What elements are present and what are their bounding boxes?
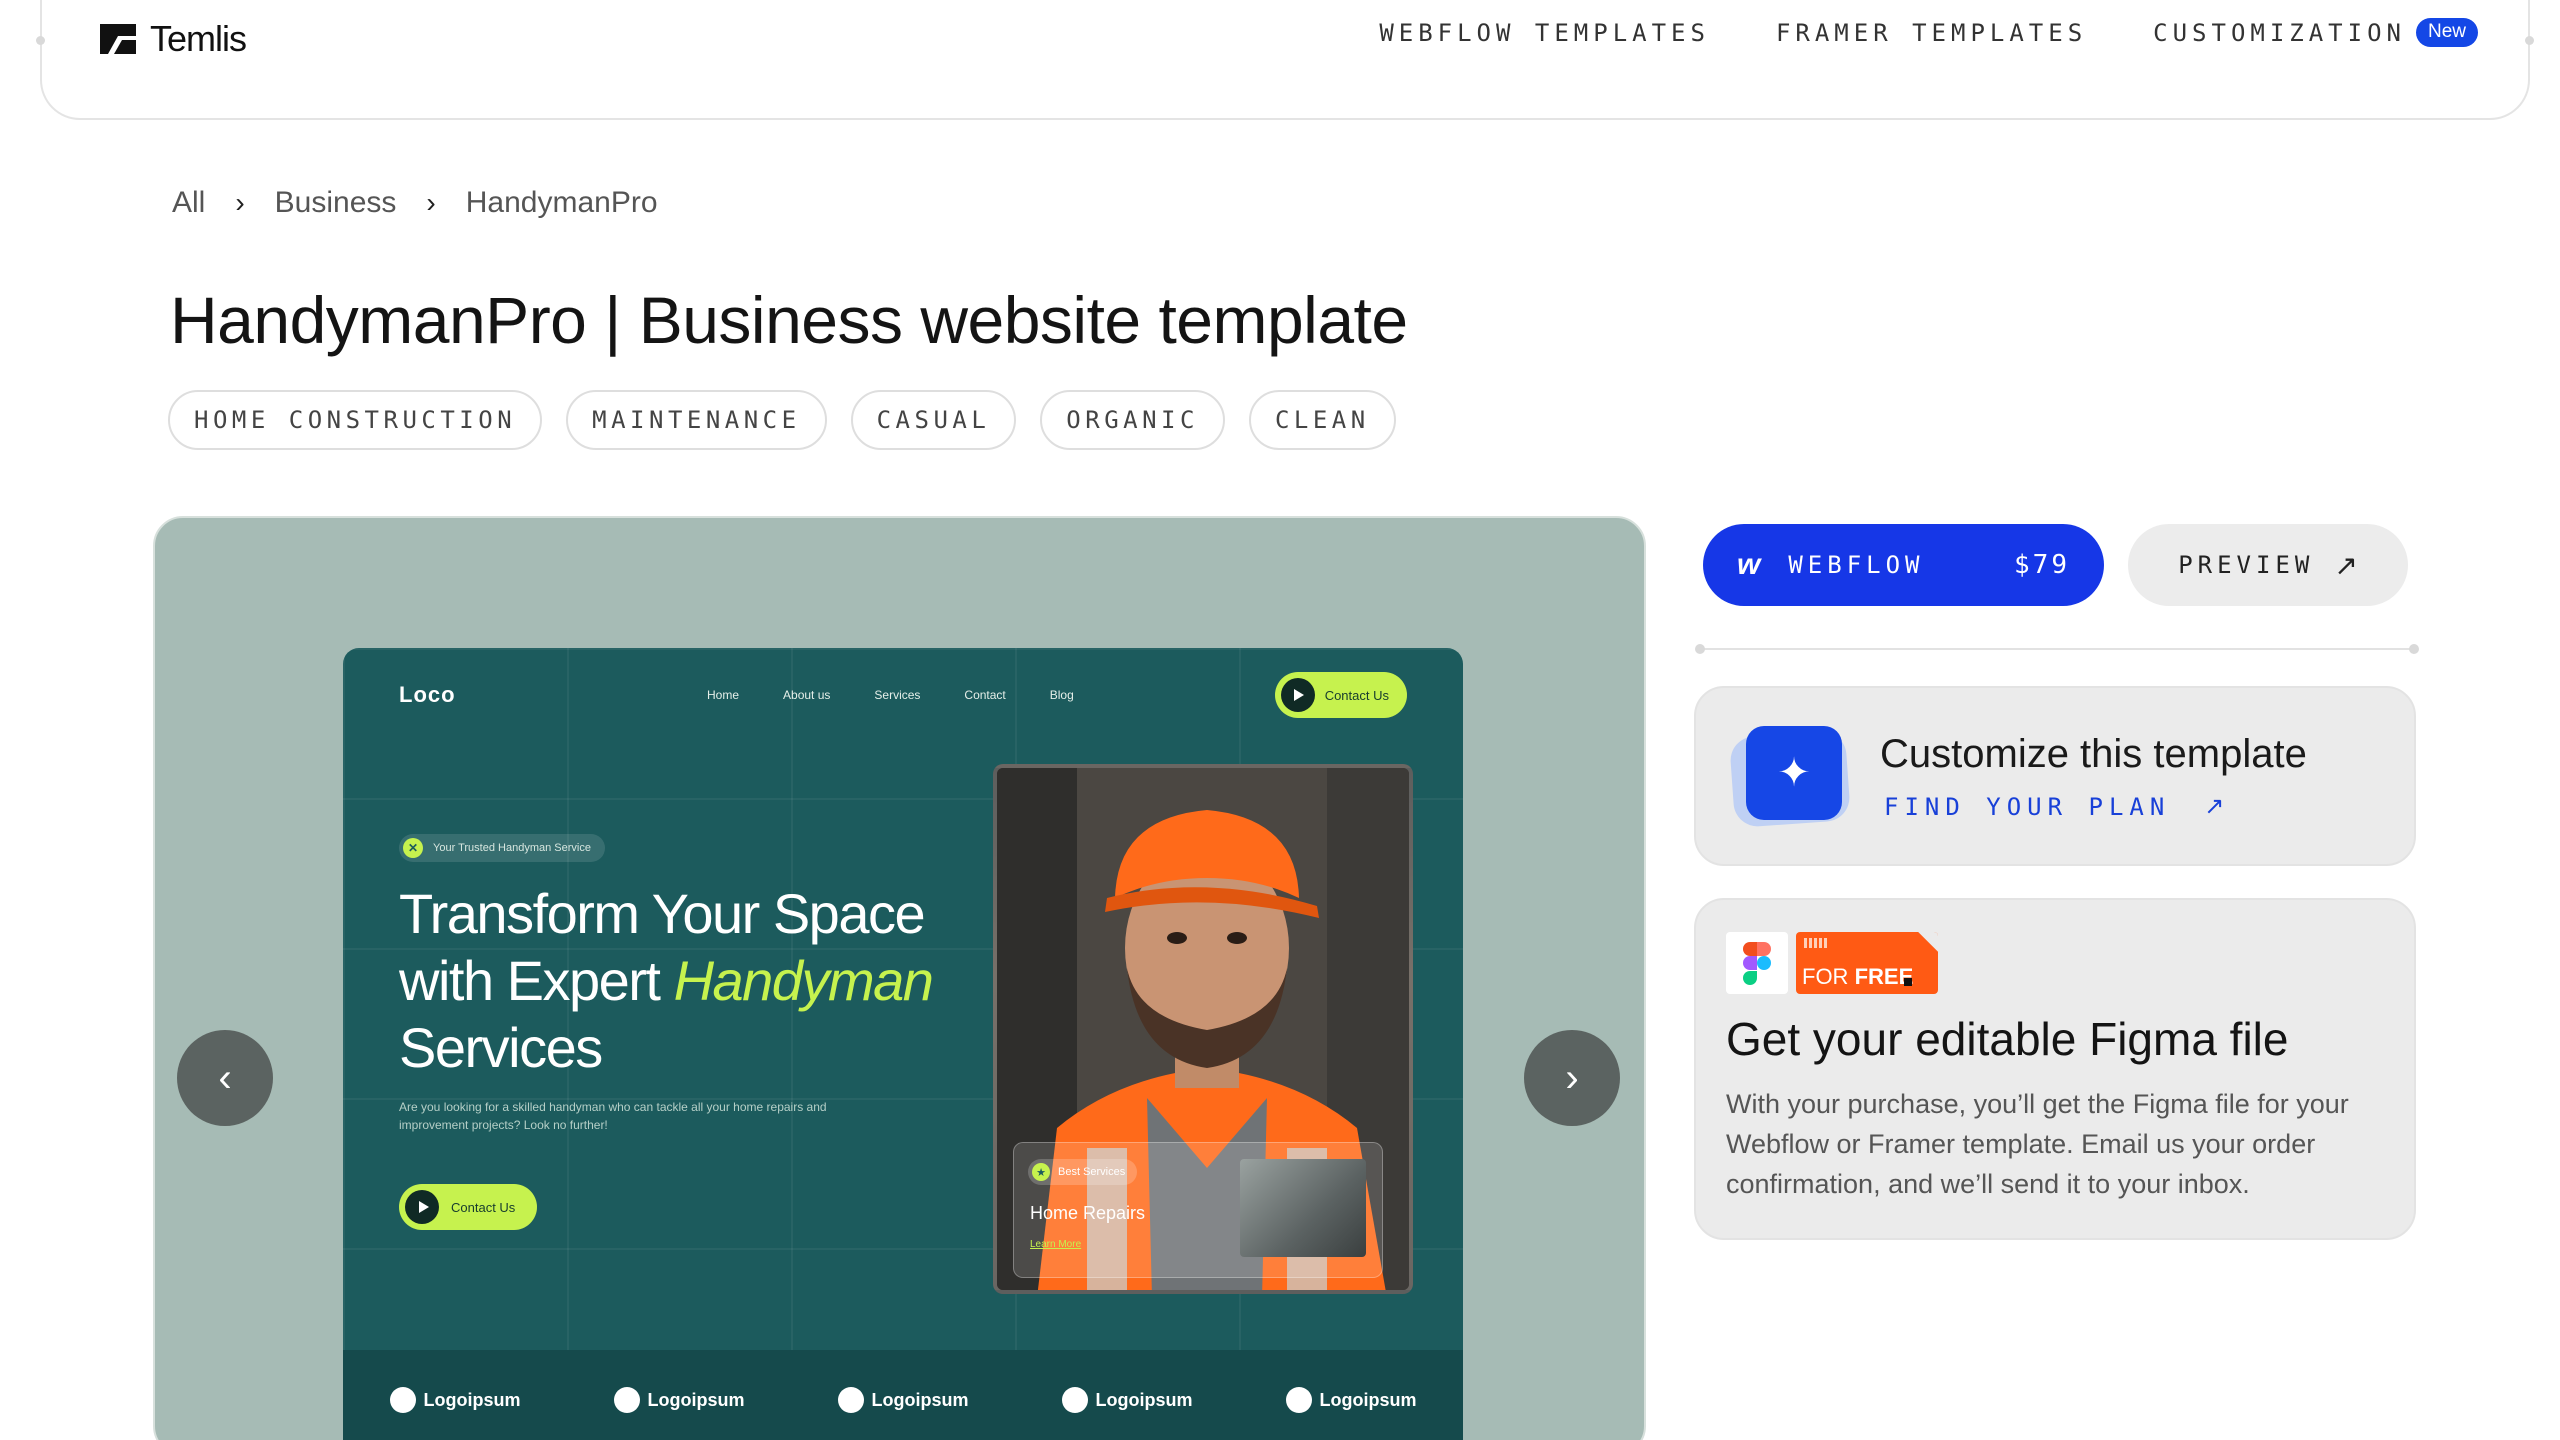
hero-line-2b: Handyman [673,949,934,1012]
preview-nav-item: Services [874,688,921,702]
figma-file-card: FOR FREE Get your editable Figma file Wi… [1694,898,2416,1240]
header-left-dot [36,36,45,45]
nav-webflow-templates[interactable]: WEBFLOW TEMPLATES [1379,19,1710,47]
preview-hero-contact-label: Contact Us [451,1199,516,1215]
preview-hero-contact-button: Contact Us [399,1184,538,1230]
customize-card[interactable]: ✦ Customize this template FIND YOUR PLAN… [1694,686,2416,866]
preview-trust-badge: ✕ Your Trusted Handyman Service [399,834,605,862]
chevron-right-icon: › [235,187,245,218]
diamond-logo-icon [1061,1387,1088,1413]
service-badge-label: Best Services [1058,1166,1126,1178]
customize-title: Customize this template [1880,732,2307,776]
preview-site-logo: Loᴄᴏ [399,682,456,707]
arrow-up-right-icon: ↗ [2334,549,2358,581]
figma-icon [1726,932,1788,994]
service-thumbnail [1240,1159,1366,1257]
hero-line-3: Services [399,1016,603,1079]
tag-maintenance[interactable]: MAINTENANCE [566,390,827,450]
breadcrumb: All › Business › HandymanPro [172,186,658,220]
webflow-icon: w [1737,548,1761,581]
tag-home-construction[interactable]: HOME CONSTRUCTION [168,390,543,450]
template-screenshot: Loᴄᴏ Home About us Services Contact Blog… [343,648,1463,1440]
buy-price: $79 [2014,550,2070,580]
preview-logo-strip: Logoipsum Logoipsum Logoipsum Logoipsum … [343,1350,1463,1440]
buy-platform-label: WEBFLOW [1788,551,1925,579]
preview-contact-label: Contact Us [1324,687,1389,703]
divider [1695,644,2419,654]
for-free-badge-for: FOR [1802,964,1855,989]
partner-logo: Logoipsum [1061,1387,1193,1413]
preview-nav-item: Blog [1049,688,1074,702]
brand-logo[interactable]: Temlis [98,18,247,60]
preview-button[interactable]: PREVIEW ↗ [2128,524,2408,606]
best-services-badge: ★ Best Services [1028,1159,1138,1185]
nav-customization[interactable]: CUSTOMIZATION New [2153,18,2478,47]
for-free-badge: FOR FREE [1796,932,1938,994]
partner-logo: Logoipsum [389,1387,521,1413]
nav-customization-label: CUSTOMIZATION [2153,18,2406,47]
bolt-logo-icon [613,1387,640,1413]
tools-icon: ✕ [403,838,423,858]
brand-name: Temlis [150,18,247,59]
service-title: Home Repairs [1030,1203,1146,1223]
partner-logo: Logoipsum [1285,1387,1417,1413]
header-right-dot [2525,36,2534,45]
preview-nav-item: Home [707,688,740,702]
preview-site-nav: Home About us Services Contact Blog [707,688,1074,702]
arrow-up-right-icon: ↗ [2204,793,2231,820]
preview-nav-item: Contact [964,688,1006,702]
preview-hero-heading: Transform Your Space with Expert Handyma… [399,880,999,1081]
play-icon [405,1190,439,1224]
star-icon: ★ [1032,1163,1050,1181]
cross-logo-icon [837,1387,864,1413]
preview-badge-label: Your Trusted Handyman Service [433,842,591,854]
sun-logo-icon [389,1387,416,1413]
hero-line-1: Transform Your Space [399,882,926,945]
carousel-next-button[interactable]: › [1524,1030,1620,1126]
breadcrumb-current: HandymanPro [465,186,658,219]
tag-clean[interactable]: CLEAN [1248,390,1396,450]
preview-hero-description: Are you looking for a skilled handyman w… [399,1100,827,1132]
page-title: HandymanPro | Business website template [170,283,1408,357]
partner-logo: Logoipsum [837,1387,969,1413]
breadcrumb-all[interactable]: All [172,186,205,220]
site-header: Temlis WEBFLOW TEMPLATES FRAMER TEMPLATE… [36,0,2534,120]
preview-service-card: ★ Best Services Home Repairs Learn More [1013,1142,1383,1278]
service-link: Learn More [1030,1239,1082,1250]
breadcrumb-business[interactable]: Business [275,186,397,220]
play-icon [1280,678,1315,712]
hero-line-2a: with Expert [399,949,674,1012]
magic-wand-icon: ✦ [1729,724,1851,828]
temlis-logo-icon [100,24,136,54]
preview-label: PREVIEW [2178,551,2315,579]
partner-logo: Logoipsum [613,1387,745,1413]
template-preview-carousel: Loᴄᴏ Home About us Services Contact Blog… [153,516,1646,1440]
new-badge: New [2415,18,2478,47]
find-your-plan-label: FIND YOUR PLAN [1884,792,2171,821]
find-your-plan-link[interactable]: FIND YOUR PLAN ↗ [1884,792,2230,821]
chevron-right-icon: › [426,187,436,218]
tag-list: HOME CONSTRUCTION MAINTENANCE CASUAL ORG… [168,390,1396,450]
tag-casual[interactable]: CASUAL [850,390,1017,450]
tag-organic[interactable]: ORGANIC [1040,390,1225,450]
wave-logo-icon [1285,1387,1312,1413]
preview-nav-item: About us [783,688,831,702]
nav-framer-templates[interactable]: FRAMER TEMPLATES [1776,19,2087,47]
figma-card-title: Get your editable Figma file [1726,1013,2289,1065]
figma-card-description: With your purchase, you’ll get the Figma… [1726,1089,2349,1199]
preview-contact-button: Contact Us [1274,672,1407,718]
carousel-prev-button[interactable]: ‹ [177,1030,273,1126]
chevron-right-icon: › [1565,1055,1579,1100]
chevron-left-icon: ‹ [218,1055,232,1100]
buy-webflow-button[interactable]: w WEBFLOW $79 [1703,524,2104,606]
main-nav: WEBFLOW TEMPLATES FRAMER TEMPLATES CUSTO… [1379,18,2478,47]
